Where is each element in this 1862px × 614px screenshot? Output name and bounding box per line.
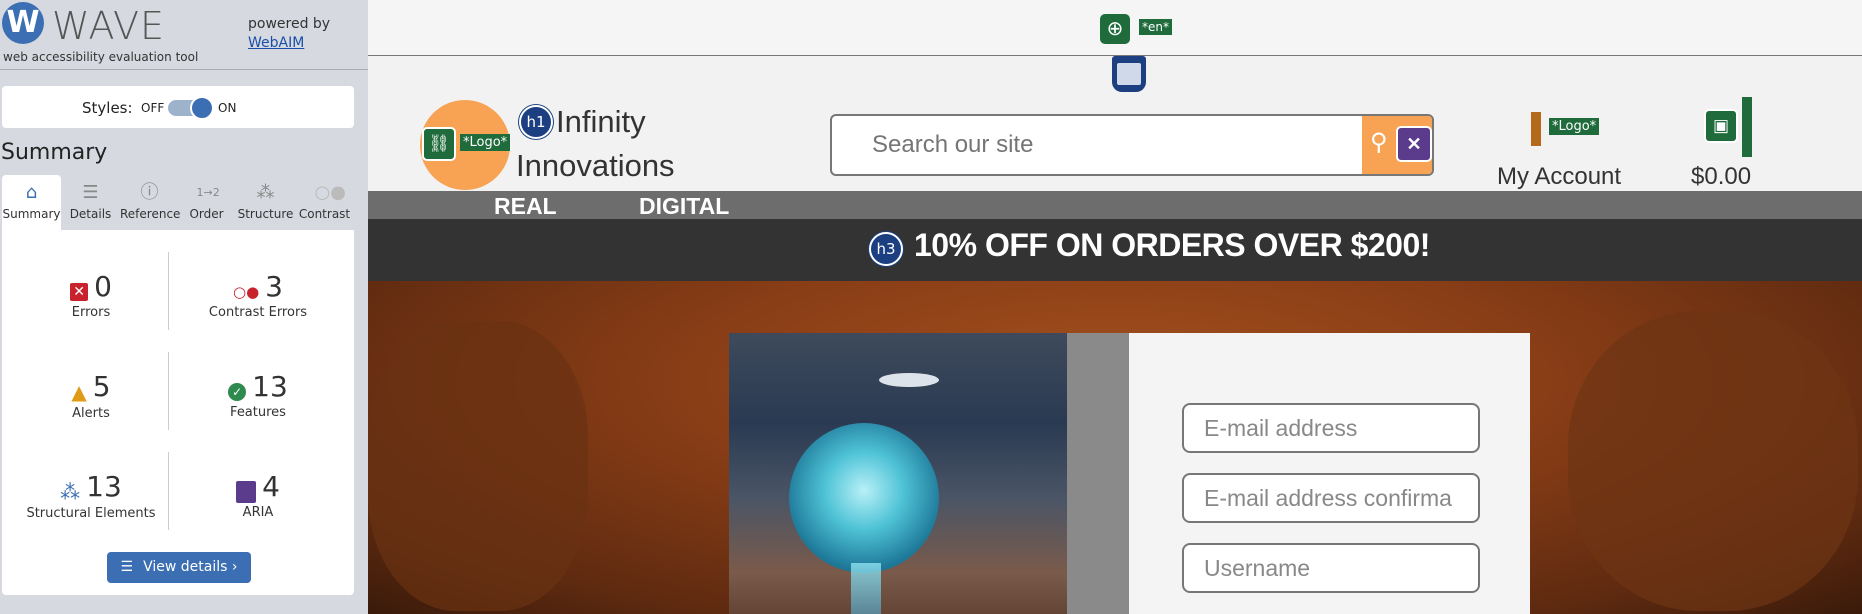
promo-text: 10% OFF ON ORDERS OVER $200! bbox=[914, 227, 1430, 263]
summary-panel: ✕ 0 Errors ○● 3 Contrast Errors ▲ 5 Alerts … bbox=[2, 230, 354, 595]
aria-stat[interactable]: 4 ARIA bbox=[173, 470, 343, 520]
hero-image bbox=[729, 333, 1067, 614]
contrast-errors-label: Contrast Errors bbox=[208, 305, 308, 320]
structure-icon: ⁂ bbox=[60, 479, 81, 504]
glowing-orb-shape bbox=[789, 423, 939, 573]
alerts-label: Alerts bbox=[72, 405, 110, 421]
errors-label: Errors bbox=[71, 305, 111, 320]
alerts-stat[interactable]: ▲ 5 Alerts bbox=[6, 370, 176, 421]
structural-count: 13 bbox=[86, 470, 122, 503]
structural-stat[interactable]: ⁂ 13 Structural Elements bbox=[6, 470, 176, 521]
list-icon: ☰ bbox=[82, 182, 99, 203]
structure-icon: ⁂ bbox=[256, 182, 275, 203]
summary-heading: Summary bbox=[1, 140, 108, 165]
logo-alt-badge: *Logo* bbox=[460, 134, 511, 151]
wave-subtitle: web accessibility evaluation tool bbox=[3, 50, 199, 64]
nav-item-digital[interactable]: DIGITAL bbox=[639, 193, 729, 220]
cart-badge-strip bbox=[1742, 97, 1752, 157]
cart-total[interactable]: $0.00 bbox=[1691, 163, 1751, 191]
nav-item-real[interactable]: REAL bbox=[494, 193, 557, 220]
tab-summary[interactable]: ⌂ Summary bbox=[2, 175, 61, 230]
errors-count: 0 bbox=[94, 270, 112, 303]
toggle-on-label: ON bbox=[218, 101, 237, 115]
order-icon: 1→2 bbox=[196, 186, 220, 199]
top-bar: ⊕ *en* bbox=[368, 0, 1862, 56]
view-details-label: View details › bbox=[143, 559, 238, 575]
account-image bbox=[1531, 112, 1541, 146]
contrast-error-icon: ○● bbox=[232, 282, 260, 301]
tab-label: Summary bbox=[2, 207, 61, 221]
styles-toggle-knob[interactable] bbox=[190, 96, 214, 120]
tab-label: Structure bbox=[237, 207, 294, 221]
tab-details[interactable]: ☰ Details bbox=[61, 175, 120, 230]
linked-image-icon: ⛓ bbox=[422, 127, 456, 161]
tab-label: Contrast bbox=[298, 207, 351, 221]
powered-by-label: powered by bbox=[248, 16, 331, 32]
tab-label: Order bbox=[189, 207, 224, 221]
header-region-icon bbox=[1112, 56, 1146, 92]
structural-label: Structural Elements bbox=[26, 505, 156, 521]
aria-icon bbox=[236, 480, 257, 503]
alerts-count: 5 bbox=[92, 370, 111, 403]
my-account-link[interactable]: My Account bbox=[1497, 163, 1621, 191]
errors-stat[interactable]: ✕ 0 Errors bbox=[6, 270, 176, 320]
account-logo-badge: *Logo* bbox=[1549, 118, 1600, 135]
tab-structure[interactable]: ⁂ Structure bbox=[236, 175, 295, 230]
tab-reference[interactable]: ⓘ Reference bbox=[120, 175, 181, 230]
search-button[interactable]: ⚲ ✕ bbox=[1362, 116, 1432, 174]
search-icon: ⚲ bbox=[1370, 129, 1388, 156]
view-details-button[interactable]: ☰ View details › bbox=[107, 552, 251, 583]
alert-icon: ▲ bbox=[71, 379, 87, 404]
wave-title: WAVE bbox=[52, 4, 166, 48]
hero-section: E-mail address E-mail address confirma U… bbox=[368, 281, 1862, 614]
site-name-text: Infinity Innovations bbox=[516, 104, 675, 183]
spaceship-shape bbox=[879, 373, 939, 387]
feature-icon: ✓ bbox=[228, 382, 247, 401]
features-count: 13 bbox=[252, 370, 288, 403]
tab-order[interactable]: 1→2 Order bbox=[177, 175, 236, 230]
email-confirm-field[interactable]: E-mail address confirma bbox=[1182, 473, 1480, 523]
tab-label: Details bbox=[69, 207, 112, 221]
site-name[interactable]: Infinity Innovations bbox=[516, 100, 716, 188]
styles-toggle-box: Styles: OFF ON bbox=[2, 86, 354, 128]
image-icon: ▣ bbox=[1704, 109, 1738, 143]
contrast-errors-count: 3 bbox=[265, 270, 283, 303]
search-box: ⚲ ✕ bbox=[830, 114, 1434, 176]
email-field[interactable]: E-mail address bbox=[1182, 403, 1480, 453]
username-field[interactable]: Username bbox=[1182, 543, 1480, 593]
styles-label: Styles: bbox=[82, 99, 133, 117]
language-badge: *en* bbox=[1139, 19, 1172, 35]
hero-background-blur bbox=[368, 321, 588, 611]
tab-contrast[interactable]: ○● Contrast bbox=[295, 175, 354, 230]
toggle-off-label: OFF bbox=[141, 101, 165, 115]
search-input[interactable] bbox=[832, 116, 1362, 174]
card-divider bbox=[1067, 333, 1129, 614]
error-icon: ✕ bbox=[70, 282, 89, 301]
h3-icon: h3 bbox=[869, 232, 903, 266]
webaim-link[interactable]: WebAIM bbox=[248, 35, 304, 51]
info-icon: ⓘ bbox=[140, 182, 159, 203]
list-icon: ☰ bbox=[120, 559, 134, 575]
website-viewport: ⊕ *en* ⛓ *Logo* h1 Infinity Innovations … bbox=[368, 0, 1862, 614]
wave-sidebar: W WAVE web accessibility evaluation tool… bbox=[0, 0, 369, 614]
globe-icon: ⊕ bbox=[1100, 14, 1130, 44]
header-region-icon-inner bbox=[1117, 63, 1141, 85]
features-stat[interactable]: ✓ 13 Features bbox=[173, 370, 343, 420]
aria-label: ARIA bbox=[242, 505, 274, 520]
aria-count: 4 bbox=[262, 470, 280, 503]
hero-background-blur bbox=[1568, 311, 1858, 611]
orb-beam-shape bbox=[851, 563, 881, 614]
wave-logo-icon: W bbox=[2, 2, 44, 44]
contrast-errors-stat[interactable]: ○● 3 Contrast Errors bbox=[173, 270, 343, 320]
contrast-icon: ○● bbox=[314, 182, 346, 203]
wave-tabs: ⌂ Summary ☰ Details ⓘ Reference 1→2 Orde… bbox=[0, 175, 354, 230]
aria-label-icon: ✕ bbox=[1396, 126, 1432, 162]
signup-card: E-mail address E-mail address confirma U… bbox=[729, 333, 1530, 614]
home-icon: ⌂ bbox=[25, 182, 38, 203]
divider bbox=[0, 69, 368, 70]
features-label: Features bbox=[230, 405, 286, 420]
promo-banner: h3 10% OFF ON ORDERS OVER $200! bbox=[368, 219, 1862, 281]
main-nav: REAL DIGITAL bbox=[368, 191, 1862, 219]
tab-label: Reference bbox=[120, 207, 181, 221]
